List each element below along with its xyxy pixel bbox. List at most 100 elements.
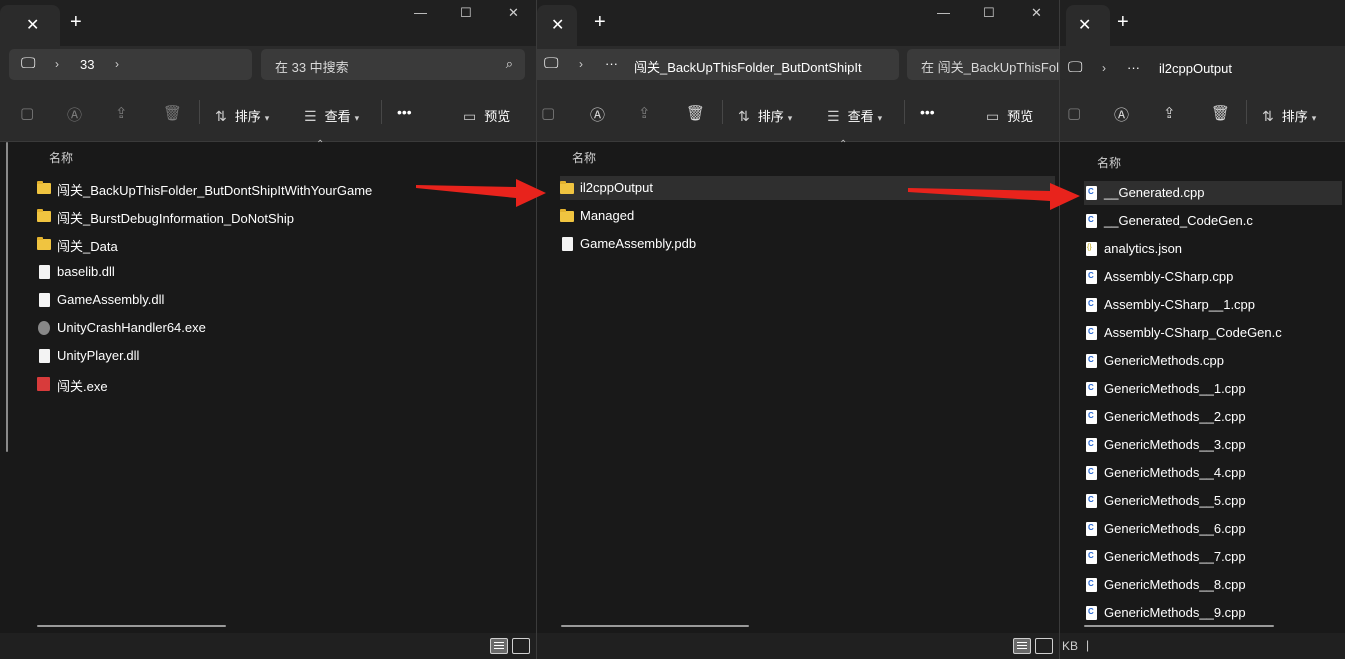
computer-icon[interactable]: 🖵 (21, 55, 35, 72)
minimize-icon[interactable]: — (414, 5, 427, 20)
list-item[interactable]: il2cppOutput (560, 176, 1055, 200)
list-item[interactable]: Assembly-CSharp_CodeGen.c (1084, 321, 1342, 345)
large-icons-view-button[interactable] (512, 638, 530, 654)
share-icon[interactable]: ⇪ (638, 104, 651, 122)
rename-icon[interactable]: Ⓐ (590, 104, 605, 125)
sort-menu-button[interactable]: ⇅ 排序 ▾ (738, 106, 792, 125)
rename-icon[interactable]: Ⓐ (1114, 104, 1129, 125)
more-options-button[interactable]: ••• (920, 104, 935, 120)
cpp-file-icon (1086, 578, 1097, 592)
list-item[interactable]: 闯关_Data (37, 232, 517, 256)
list-item[interactable]: 闯关_BurstDebugInformation_DoNotShip (37, 204, 517, 228)
address-bar[interactable]: 🖵 › ··· 闯关_BackUpThisFolder_ButDontShipI… (537, 49, 899, 80)
preview-pane-button[interactable]: ▭ 预览 (463, 106, 510, 125)
computer-icon[interactable]: 🖵 (544, 55, 558, 72)
list-item[interactable]: GenericMethods__5.cpp (1084, 489, 1342, 513)
tab[interactable]: ✕ (1066, 5, 1110, 46)
delete-icon[interactable]: 🗑 (163, 104, 182, 122)
copy-icon[interactable]: ▢ (20, 104, 34, 122)
title-bar: ✕ + — ☐ ✕ (0, 0, 536, 46)
nav-pane-scrollbar[interactable] (6, 142, 8, 452)
sort-menu-button[interactable]: ⇅ 排序 ▾ (215, 106, 269, 125)
list-item[interactable]: __Generated_CodeGen.c (1084, 209, 1342, 233)
file-list: 名称 __Generated.cpp __Generated_CodeGen.ca… (1060, 142, 1345, 633)
large-icons-view-button[interactable] (1035, 638, 1053, 654)
list-item[interactable]: 闯关.exe (37, 372, 517, 396)
view-menu-button[interactable]: ☰ 查看 ▾ (827, 106, 882, 125)
column-header-name[interactable]: 名称 (49, 149, 73, 166)
chevron-right-icon[interactable]: › (579, 57, 583, 71)
new-tab-icon[interactable]: + (1117, 11, 1129, 34)
horizontal-scrollbar[interactable] (37, 625, 226, 627)
search-icon[interactable]: ⌕ (506, 56, 513, 72)
close-window-icon[interactable]: ✕ (1031, 5, 1042, 21)
maximize-icon[interactable]: ☐ (983, 5, 995, 21)
cpp-file-icon (1086, 410, 1097, 424)
copy-icon[interactable]: ▢ (1067, 104, 1081, 122)
preview-pane-button[interactable]: ▭ 预览 (986, 106, 1033, 125)
list-item[interactable]: analytics.json (1084, 237, 1342, 261)
details-view-button[interactable] (1013, 638, 1031, 654)
close-tab-icon[interactable]: ✕ (551, 15, 564, 35)
list-item[interactable]: GenericMethods__3.cpp (1084, 433, 1342, 457)
explorer-window-3: ✕ + 🖵 › ··· il2cppOutput ▢ Ⓐ ⇪ 🗑 ⇅ 排序 ▾ 名称… (1060, 0, 1345, 659)
new-tab-icon[interactable]: + (70, 11, 82, 34)
list-item[interactable]: GenericMethods__8.cpp (1084, 573, 1342, 597)
list-item[interactable]: GenericMethods__2.cpp (1084, 405, 1342, 429)
share-icon[interactable]: ⇪ (1163, 104, 1176, 122)
list-item[interactable]: __Generated.cpp (1084, 181, 1342, 205)
list-item[interactable]: UnityCrashHandler64.exe (37, 316, 517, 340)
horizontal-scrollbar[interactable] (561, 625, 749, 627)
tab[interactable]: ✕ (0, 5, 60, 46)
ellipsis-icon[interactable]: ··· (1127, 60, 1140, 75)
computer-icon[interactable]: 🖵 (1068, 59, 1082, 76)
list-item[interactable]: Assembly-CSharp__1.cpp (1084, 293, 1342, 317)
address-bar[interactable]: 🖵 › 33 › (9, 49, 252, 80)
copy-icon[interactable]: ▢ (541, 104, 555, 122)
close-window-icon[interactable]: ✕ (508, 5, 519, 21)
list-item[interactable]: 闯关_BackUpThisFolder_ButDontShipItWithYou… (37, 176, 517, 200)
close-tab-icon[interactable]: ✕ (1078, 15, 1091, 35)
maximize-icon[interactable]: ☐ (460, 5, 472, 21)
chevron-right-icon[interactable]: › (115, 57, 119, 71)
share-icon[interactable]: ⇪ (115, 104, 128, 122)
sort-menu-button[interactable]: ⇅ 排序 ▾ (1262, 106, 1316, 125)
file-name: Managed (580, 208, 635, 223)
list-item[interactable]: GameAssembly.pdb (560, 232, 1055, 256)
list-item[interactable]: GenericMethods__7.cpp (1084, 545, 1342, 569)
address-bar[interactable]: 🖵 › ··· il2cppOutput (1060, 49, 1345, 80)
search-input[interactable]: 在 33 中搜索 ⌕ (261, 49, 525, 80)
breadcrumb-segment[interactable]: il2cppOutput (1159, 61, 1232, 76)
search-input[interactable]: 在 闯关_BackUpThisFolder_ButDontShipItWithY… (907, 49, 1059, 80)
minimize-icon[interactable]: — (937, 5, 950, 20)
chevron-right-icon[interactable]: › (55, 57, 59, 71)
list-item[interactable]: Assembly-CSharp.cpp (1084, 265, 1342, 289)
list-item[interactable]: UnityPlayer.dll (37, 344, 517, 368)
close-tab-icon[interactable]: ✕ (26, 15, 39, 35)
details-view-button[interactable] (490, 638, 508, 654)
tab[interactable]: ✕ (537, 5, 577, 46)
folder-icon (37, 181, 51, 194)
breadcrumb-segment[interactable]: 33 (80, 57, 94, 72)
breadcrumb-segment[interactable]: 闯关_BackUpThisFolder_ButDontShipIt (634, 57, 862, 76)
list-item[interactable]: GameAssembly.dll (37, 288, 517, 312)
list-item[interactable]: baselib.dll (37, 260, 517, 284)
list-item[interactable]: GenericMethods__6.cpp (1084, 517, 1342, 541)
list-item[interactable]: GenericMethods__9.cpp (1084, 601, 1342, 625)
more-options-button[interactable]: ••• (397, 104, 412, 120)
horizontal-scrollbar[interactable] (1084, 625, 1274, 627)
list-item[interactable]: GenericMethods__4.cpp (1084, 461, 1342, 485)
column-header-name[interactable]: 名称 (572, 149, 596, 166)
list-item[interactable]: Managed (560, 204, 1055, 228)
ellipsis-icon[interactable]: ··· (605, 56, 618, 71)
preview-label: 预览 (1007, 109, 1034, 124)
delete-icon[interactable]: 🗑 (686, 104, 705, 122)
new-tab-icon[interactable]: + (594, 11, 606, 34)
column-header-name[interactable]: 名称 (1097, 154, 1121, 171)
delete-icon[interactable]: 🗑 (1211, 104, 1230, 122)
view-menu-button[interactable]: ☰ 查看 ▾ (304, 106, 359, 125)
rename-icon[interactable]: Ⓐ (67, 104, 82, 125)
chevron-right-icon[interactable]: › (1102, 61, 1106, 75)
list-item[interactable]: GenericMethods.cpp (1084, 349, 1342, 373)
list-item[interactable]: GenericMethods__1.cpp (1084, 377, 1342, 401)
